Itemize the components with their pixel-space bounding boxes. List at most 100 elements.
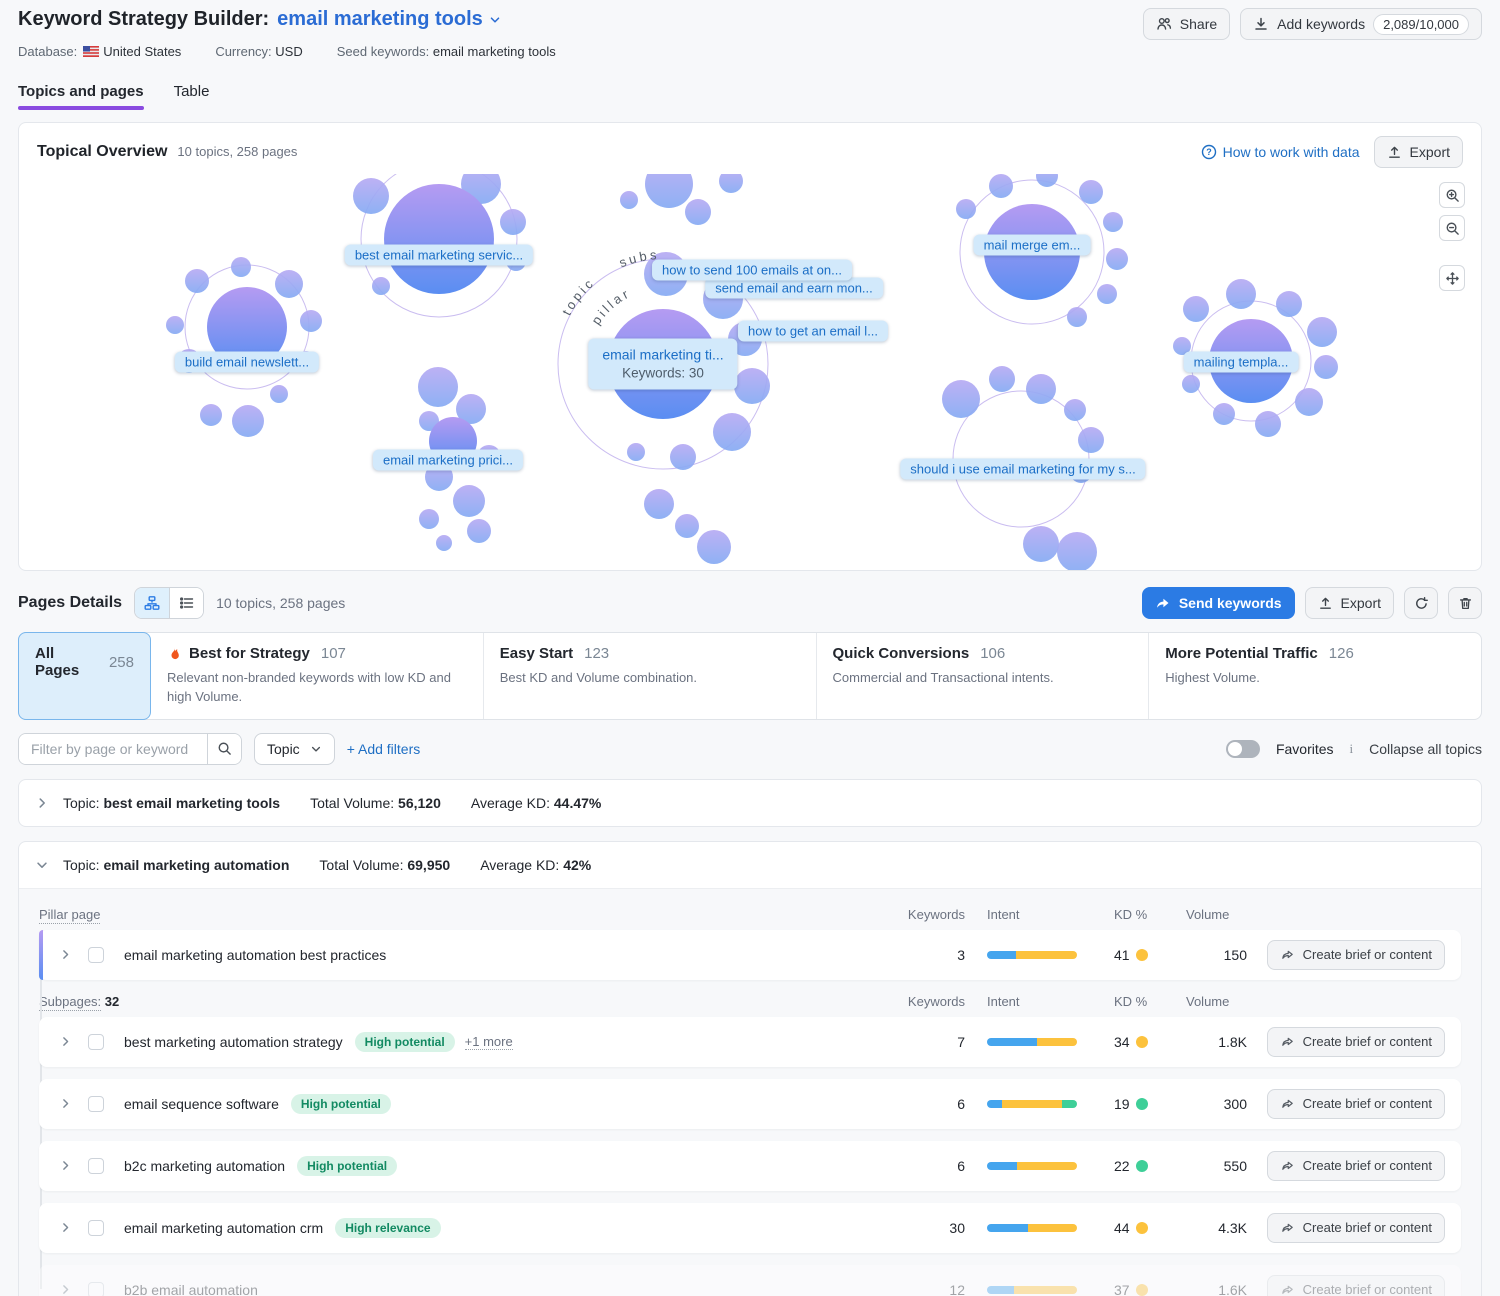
page-title-link[interactable]: b2b email automation bbox=[124, 1282, 258, 1296]
page-bubble[interactable] bbox=[644, 489, 674, 519]
collapse-all-topics-link[interactable]: Collapse all topics bbox=[1369, 741, 1482, 757]
page-bubble[interactable] bbox=[270, 385, 288, 403]
page-bubble[interactable] bbox=[300, 310, 322, 332]
page-bubble[interactable] bbox=[1276, 291, 1302, 317]
page-bubble[interactable] bbox=[675, 514, 699, 538]
page-bubble[interactable] bbox=[1026, 374, 1056, 404]
send-keywords-button[interactable]: Send keywords bbox=[1142, 587, 1295, 619]
bubble-label[interactable]: build email newslett... bbox=[175, 352, 319, 373]
chevron-right-icon[interactable] bbox=[59, 948, 72, 961]
topic-header[interactable]: Topic: best email marketing tools Total … bbox=[19, 780, 1481, 826]
page-bubble[interactable] bbox=[1226, 279, 1256, 309]
how-to-work-link[interactable]: ? How to work with data bbox=[1201, 144, 1360, 160]
add-filters-link[interactable]: + Add filters bbox=[347, 741, 421, 757]
card-quick-conversions[interactable]: Quick Conversions106 Commercial and Tran… bbox=[817, 633, 1150, 719]
page-bubble[interactable] bbox=[1067, 307, 1087, 327]
card-all-pages[interactable]: All Pages258 bbox=[18, 632, 151, 720]
page-title-link[interactable]: best marketing automation strategy bbox=[124, 1034, 343, 1050]
page-title-link[interactable]: email marketing automation best practice… bbox=[124, 947, 386, 963]
row-checkbox[interactable] bbox=[88, 1158, 104, 1174]
page-bubble[interactable] bbox=[436, 535, 452, 551]
bubble-label[interactable]: mailing templa... bbox=[1184, 352, 1299, 373]
page-bubble[interactable] bbox=[353, 178, 389, 214]
chevron-right-icon[interactable] bbox=[59, 1221, 72, 1234]
page-bubble[interactable] bbox=[419, 509, 439, 529]
add-keywords-button[interactable]: Add keywords 2,089/10,000 bbox=[1240, 8, 1482, 40]
zoom-in-button[interactable] bbox=[1439, 182, 1465, 208]
page-title-link[interactable]: b2c marketing automation bbox=[124, 1158, 285, 1174]
create-brief-button[interactable]: Create brief or content bbox=[1267, 1027, 1445, 1057]
topic-filter-select[interactable]: Topic bbox=[254, 733, 335, 765]
page-bubble[interactable] bbox=[1255, 411, 1281, 437]
tree-view-button[interactable] bbox=[135, 588, 169, 618]
page-bubble[interactable] bbox=[1036, 174, 1058, 187]
topic-header[interactable]: Topic: email marketing automation Total … bbox=[19, 842, 1481, 888]
favorites-toggle[interactable] bbox=[1226, 740, 1260, 758]
pillar-page-row[interactable]: email marketing automation best practice… bbox=[39, 930, 1461, 980]
chevron-right-icon[interactable] bbox=[35, 796, 49, 810]
pillar-page-label[interactable]: Pillar page bbox=[39, 907, 100, 924]
overview-export-button[interactable]: Export bbox=[1374, 136, 1463, 168]
chevron-right-icon[interactable] bbox=[59, 1159, 72, 1172]
project-selector[interactable]: email marketing tools bbox=[277, 8, 502, 31]
page-bubble[interactable] bbox=[1182, 375, 1200, 393]
row-checkbox[interactable] bbox=[88, 947, 104, 963]
bubble-label[interactable]: should i use email marketing for my s... bbox=[900, 459, 1145, 480]
chevron-right-icon[interactable] bbox=[59, 1035, 72, 1048]
zoom-out-button[interactable] bbox=[1439, 215, 1465, 241]
subpages-label[interactable]: Subpages: bbox=[39, 994, 101, 1011]
bubble-tooltip[interactable]: email marketing ti...Keywords: 30 bbox=[588, 338, 737, 389]
page-bubble[interactable] bbox=[1064, 399, 1086, 421]
row-checkbox[interactable] bbox=[88, 1096, 104, 1112]
page-bubble[interactable] bbox=[185, 269, 209, 293]
page-bubble[interactable] bbox=[1023, 526, 1059, 562]
create-brief-button[interactable]: Create brief or content bbox=[1267, 1151, 1445, 1181]
page-bubble[interactable] bbox=[1183, 296, 1209, 322]
page-bubble[interactable] bbox=[1078, 427, 1104, 453]
page-title-link[interactable]: email marketing automation crm bbox=[124, 1220, 323, 1236]
page-bubble[interactable] bbox=[942, 380, 980, 418]
card-easy-start[interactable]: Easy Start123 Best KD and Volume combina… bbox=[484, 633, 817, 719]
page-bubble[interactable] bbox=[1106, 248, 1128, 270]
info-icon[interactable]: i bbox=[1350, 741, 1354, 757]
page-bubble[interactable] bbox=[231, 257, 251, 277]
chevron-right-icon[interactable] bbox=[59, 1097, 72, 1110]
page-bubble[interactable] bbox=[670, 444, 696, 470]
page-bubble[interactable] bbox=[713, 413, 751, 451]
page-bubble[interactable] bbox=[200, 404, 222, 426]
subpage-row[interactable]: b2b email automation 12 37 1.6K Create b… bbox=[39, 1265, 1461, 1296]
page-bubble[interactable] bbox=[453, 485, 485, 517]
page-bubble[interactable] bbox=[645, 174, 693, 208]
fit-view-button[interactable] bbox=[1439, 265, 1465, 291]
subpage-row[interactable]: b2c marketing automation High potential … bbox=[39, 1141, 1461, 1191]
tab-table[interactable]: Table bbox=[174, 83, 210, 110]
list-view-button[interactable] bbox=[169, 588, 203, 618]
page-bubble[interactable] bbox=[956, 199, 976, 219]
filter-input[interactable] bbox=[19, 734, 207, 764]
page-bubble[interactable] bbox=[719, 174, 743, 193]
pages-export-button[interactable]: Export bbox=[1305, 587, 1394, 619]
topic-bubble[interactable] bbox=[384, 184, 494, 294]
page-bubble[interactable] bbox=[1097, 284, 1117, 304]
more-badges-link[interactable]: +1 more bbox=[465, 1034, 513, 1050]
page-bubble[interactable] bbox=[467, 519, 491, 543]
chevron-down-icon[interactable] bbox=[35, 858, 49, 872]
card-more-potential-traffic[interactable]: More Potential Traffic126 Highest Volume… bbox=[1149, 633, 1481, 719]
refresh-button[interactable] bbox=[1404, 587, 1438, 619]
page-bubble[interactable] bbox=[372, 277, 390, 295]
page-bubble[interactable] bbox=[1057, 532, 1097, 570]
page-bubble[interactable] bbox=[989, 366, 1015, 392]
page-bubble[interactable] bbox=[1103, 212, 1123, 232]
search-icon[interactable] bbox=[207, 734, 241, 764]
page-bubble[interactable] bbox=[418, 367, 458, 407]
page-bubble[interactable] bbox=[1079, 180, 1103, 204]
bubble-label[interactable]: how to get an email l... bbox=[738, 321, 888, 342]
page-bubble[interactable] bbox=[1307, 317, 1337, 347]
tab-topics-and-pages[interactable]: Topics and pages bbox=[18, 83, 144, 110]
row-checkbox[interactable] bbox=[88, 1034, 104, 1050]
page-bubble[interactable] bbox=[685, 199, 711, 225]
create-brief-button[interactable]: Create brief or content bbox=[1267, 1213, 1445, 1243]
page-bubble[interactable] bbox=[232, 405, 264, 437]
bubble-label[interactable]: how to send 100 emails at on... bbox=[652, 260, 852, 281]
topical-map-chart[interactable]: topic subs pillar best email marketing s… bbox=[19, 174, 1481, 570]
